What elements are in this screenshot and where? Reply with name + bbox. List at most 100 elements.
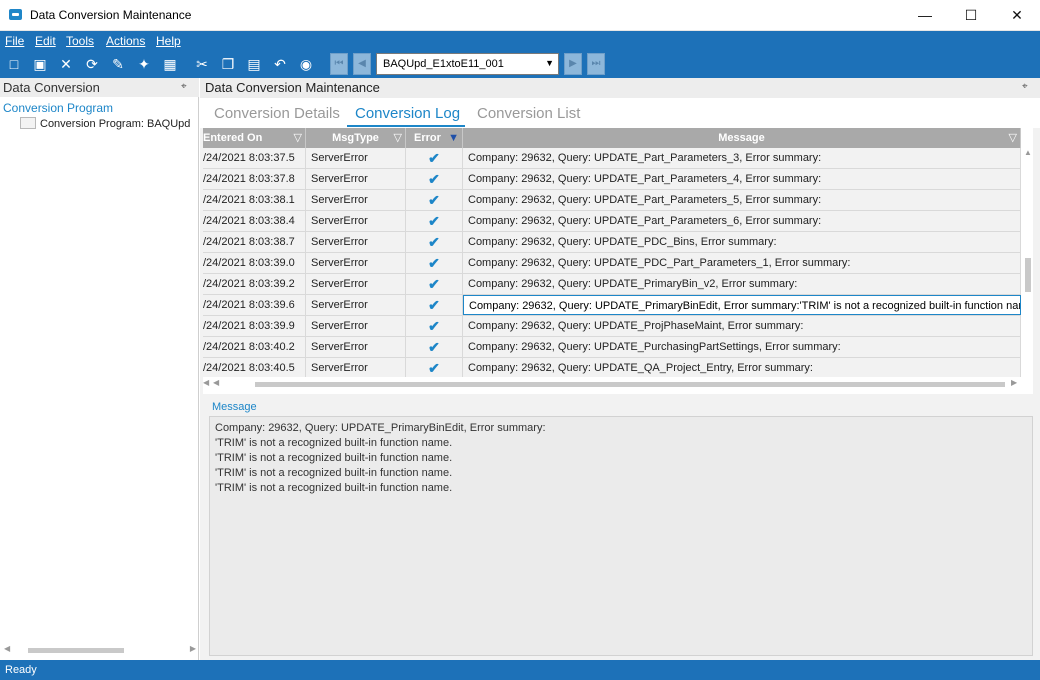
column-header-msgtype[interactable]: MsgType ▽ (306, 128, 406, 148)
minimize-button[interactable]: — (902, 0, 948, 31)
binoculars-icon[interactable]: ◉ (296, 54, 316, 74)
checkmark-icon: ✔ (428, 171, 440, 187)
table-row[interactable]: /24/2021 8:03:38.1 ServerError ✔ Company… (203, 190, 1021, 211)
table-row-selected[interactable]: /24/2021 8:03:39.6 ServerError ✔ Company… (203, 295, 1021, 316)
menu-edit[interactable]: Edit (35, 34, 56, 48)
cell-entered-on: /24/2021 8:03:38.1 (203, 190, 306, 210)
cut-icon[interactable]: ✂ (192, 54, 212, 74)
record-combo[interactable]: BAQUpd_E1xtoE11_001 ▼ (376, 53, 559, 75)
menu-actions[interactable]: Actions (106, 34, 145, 48)
grid-vertical-scrollbar[interactable]: ▲ (1021, 148, 1033, 375)
scroll-left-icon[interactable]: ◀ (203, 378, 209, 387)
left-panel: Data Conversion ⌖ Conversion Program Con… (0, 78, 199, 660)
chevron-down-icon[interactable]: ▼ (545, 58, 554, 68)
cell-error[interactable]: ✔ (406, 211, 463, 231)
cell-message: Company: 29632, Query: UPDATE_Part_Param… (463, 148, 1021, 168)
filter-icon[interactable]: ▽ (1009, 128, 1017, 148)
menu-file[interactable]: File (5, 34, 24, 48)
tree-root[interactable]: Conversion Program (3, 101, 113, 115)
tab-conversion-log[interactable]: Conversion Log (355, 105, 460, 122)
cell-message: Company: 29632, Query: UPDATE_Purchasing… (463, 337, 1021, 357)
left-horizontal-scrollbar[interactable]: ◀ ▶ (4, 644, 196, 656)
cell-msgtype: ServerError (306, 148, 406, 168)
column-header-entered-on[interactable]: Entered On ▽ (203, 128, 306, 148)
next-record-button[interactable]: ▶ (564, 53, 582, 75)
delete-icon[interactable]: ✕ (56, 54, 76, 74)
cell-error[interactable]: ✔ (406, 337, 463, 357)
active-tab-indicator (347, 125, 465, 127)
close-button[interactable]: ✕ (994, 0, 1040, 31)
tree-item-conversion-program[interactable]: Conversion Program: BAQUpd (20, 117, 199, 130)
cell-error[interactable]: ✔ (406, 148, 463, 168)
prev-record-button[interactable]: ◀ (353, 53, 371, 75)
pin-icon[interactable]: ⌖ (181, 81, 187, 92)
column-header-error[interactable]: Error ▼ (406, 128, 463, 148)
cell-error[interactable]: ✔ (406, 253, 463, 273)
maximize-button[interactable]: ☐ (948, 0, 994, 31)
scroll-thumb[interactable] (255, 382, 1005, 387)
cell-message: Company: 29632, Query: UPDATE_QA_Project… (463, 358, 1021, 378)
cell-msgtype: ServerError (306, 169, 406, 189)
cell-error[interactable]: ✔ (406, 169, 463, 189)
paste-icon[interactable]: ▤ (244, 54, 264, 74)
scroll-left-icon[interactable]: ◀ (4, 644, 10, 653)
scroll-left-icon[interactable]: ◀ (213, 378, 219, 387)
cell-msgtype: ServerError (306, 316, 406, 336)
cell-msgtype: ServerError (306, 358, 406, 378)
filter-active-icon[interactable]: ▼ (448, 128, 459, 148)
filter-icon[interactable]: ▽ (294, 128, 302, 148)
table-row[interactable]: /24/2021 8:03:40.2 ServerError ✔ Company… (203, 337, 1021, 358)
new-icon[interactable]: □ (4, 54, 24, 74)
status-bar: Ready (0, 660, 1040, 680)
tab-conversion-details[interactable]: Conversion Details (214, 105, 340, 122)
filter-icon[interactable]: ▽ (394, 128, 402, 148)
table-row[interactable]: /24/2021 8:03:39.2 ServerError ✔ Company… (203, 274, 1021, 295)
cell-error[interactable]: ✔ (406, 358, 463, 378)
scroll-thumb[interactable] (1025, 258, 1031, 292)
table-row[interactable]: /24/2021 8:03:37.8 ServerError ✔ Company… (203, 169, 1021, 190)
save-icon[interactable]: ▣ (30, 54, 50, 74)
print-preview-icon[interactable]: ▦ (160, 54, 180, 74)
checkmark-icon: ✔ (428, 276, 440, 292)
copy-icon[interactable]: ❐ (218, 54, 238, 74)
cell-message: Company: 29632, Query: UPDATE_Part_Param… (463, 211, 1021, 231)
message-line: 'TRIM' is not a recognized built-in func… (215, 467, 453, 479)
first-record-button[interactable]: ⏮ (330, 53, 348, 75)
cell-entered-on: /24/2021 8:03:39.2 (203, 274, 306, 294)
table-row[interactable]: /24/2021 8:03:38.4 ServerError ✔ Company… (203, 211, 1021, 232)
attach-icon[interactable]: ✦ (134, 54, 154, 74)
cell-error[interactable]: ✔ (406, 274, 463, 294)
message-textbox[interactable]: Company: 29632, Query: UPDATE_PrimaryBin… (209, 416, 1033, 656)
table-row[interactable]: /24/2021 8:03:40.5 ServerError ✔ Company… (203, 358, 1021, 379)
cell-message: Company: 29632, Query: UPDATE_PDC_Part_P… (463, 253, 1021, 273)
cell-error[interactable]: ✔ (406, 295, 463, 315)
cell-error[interactable]: ✔ (406, 190, 463, 210)
table-row[interactable]: /24/2021 8:03:39.0 ServerError ✔ Company… (203, 253, 1021, 274)
table-row[interactable]: /24/2021 8:03:38.7 ServerError ✔ Company… (203, 232, 1021, 253)
grid-horizontal-scrollbar[interactable]: ◀ ◀ ▶ (203, 377, 1021, 391)
table-row[interactable]: /24/2021 8:03:37.5 ServerError ✔ Company… (203, 148, 1021, 169)
cell-message: Company: 29632, Query: UPDATE_PDC_Bins, … (463, 232, 1021, 252)
cell-error[interactable]: ✔ (406, 316, 463, 336)
cell-message-editing[interactable]: Company: 29632, Query: UPDATE_PrimaryBin… (463, 295, 1021, 315)
scroll-right-icon[interactable]: ▶ (190, 644, 196, 653)
scroll-right-icon[interactable]: ▶ (1011, 378, 1017, 387)
pin-icon[interactable]: ⌖ (1022, 81, 1028, 92)
scroll-up-icon[interactable]: ▲ (1024, 148, 1032, 157)
menu-bar: File Edit Tools Actions Help (0, 31, 1040, 51)
message-line: 'TRIM' is not a recognized built-in func… (215, 452, 453, 464)
undo-icon[interactable]: ↶ (270, 54, 290, 74)
left-panel-header: Data Conversion ⌖ (0, 78, 199, 97)
column-header-message[interactable]: Message ▽ (463, 128, 1021, 148)
refresh-icon[interactable]: ⟳ (82, 54, 102, 74)
last-record-button[interactable]: ⏭ (587, 53, 605, 75)
checkmark-icon: ✔ (428, 192, 440, 208)
clear-icon[interactable]: ✎ (108, 54, 128, 74)
cell-entered-on: /24/2021 8:03:39.9 (203, 316, 306, 336)
scroll-thumb[interactable] (28, 648, 124, 653)
cell-error[interactable]: ✔ (406, 232, 463, 252)
menu-tools[interactable]: Tools (66, 34, 94, 48)
tab-conversion-list[interactable]: Conversion List (477, 105, 580, 122)
menu-help[interactable]: Help (156, 34, 181, 48)
table-row[interactable]: /24/2021 8:03:39.9 ServerError ✔ Company… (203, 316, 1021, 337)
